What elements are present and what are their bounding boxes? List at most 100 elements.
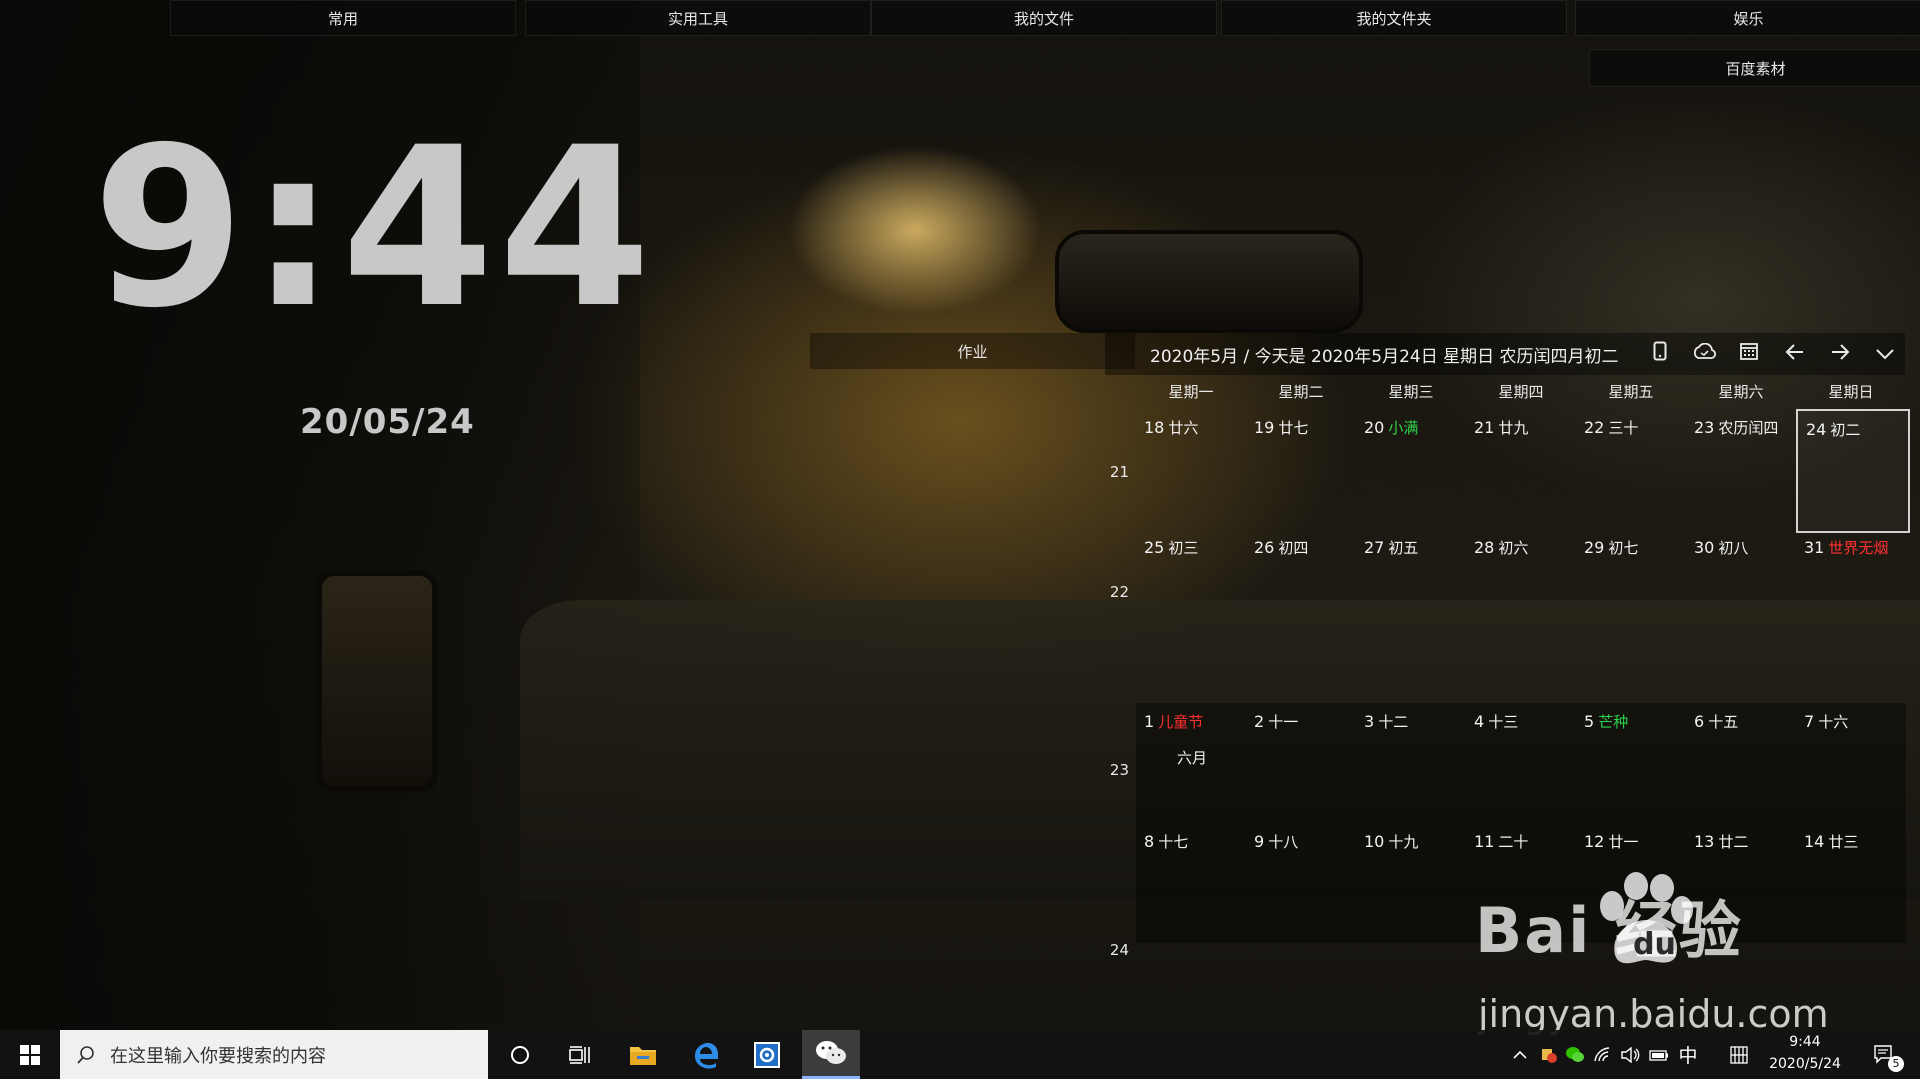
day-number: 9 (1254, 832, 1265, 851)
day-number: 12 (1584, 832, 1605, 851)
taskbar-search-box[interactable]: 在这里输入你要搜索的内容 (60, 1030, 488, 1079)
phone-icon[interactable] (1647, 341, 1673, 367)
settings-app-icon (754, 1041, 780, 1068)
calendar-day[interactable]: 21 廿九 (1466, 409, 1576, 529)
calendar-day[interactable]: 4 十三 (1466, 703, 1576, 823)
day-number: 23 (1694, 418, 1715, 437)
calendar-day[interactable]: 14 廿三 (1796, 823, 1906, 943)
lunar-date: 初二 (1830, 421, 1861, 439)
calendar-day-content: 7 十六 (1804, 711, 1848, 732)
calendar-day[interactable]: 6 十五 (1686, 703, 1796, 823)
calendar-day-content: 5 芒种 (1584, 711, 1628, 732)
calendar-day-content: 22 三十 (1584, 417, 1638, 438)
calendar-day-content: 23 农历闰四 (1694, 417, 1778, 438)
action-center-button[interactable]: 5 (1862, 1030, 1908, 1079)
tray-network[interactable] (1590, 1030, 1616, 1079)
day-number: 27 (1364, 538, 1385, 557)
calendar-day-content: 24 初二 (1806, 419, 1860, 440)
calendar-day-content: 14 廿三 (1804, 831, 1858, 852)
day-number: 3 (1364, 712, 1375, 731)
arrow-left-icon[interactable] (1782, 341, 1808, 367)
lunar-date: 十六 (1818, 713, 1849, 731)
baidu-paw-icon: du (1600, 872, 1693, 964)
sync-icon[interactable] (1691, 341, 1717, 367)
calendar-day[interactable]: 29 初七 (1576, 529, 1686, 649)
tab-baidu-material[interactable]: 百度素材 (1589, 49, 1920, 87)
calendar-day[interactable]: 20 小满 (1356, 409, 1466, 529)
tray-battery[interactable] (1646, 1030, 1672, 1079)
weekday-label: 星期五 (1608, 383, 1654, 401)
lunar-date: 廿三 (1828, 833, 1859, 851)
calendar-icon[interactable] (1736, 341, 1762, 367)
control-panel-button[interactable] (742, 1030, 792, 1079)
arrow-right-icon[interactable] (1827, 341, 1853, 367)
tab-tools[interactable]: 实用工具 (525, 0, 871, 36)
day-number: 21 (1474, 418, 1495, 437)
tray-app-1[interactable] (1536, 1030, 1562, 1079)
windows-start-button[interactable] (0, 1030, 60, 1079)
work-panel-title[interactable]: 作业 (810, 333, 1135, 369)
calendar-day-content: 13 廿二 (1694, 831, 1748, 852)
lunar-date: 儿童节 (1158, 713, 1204, 731)
calendar-header: 2020年5月 / 今天是 2020年5月24日 星期日 农历闰四月初二 (1105, 333, 1905, 375)
calendar-day[interactable]: 3 十二 (1356, 703, 1466, 823)
tab-my-files[interactable]: 我的文件 (871, 0, 1217, 36)
taskbar-clock-date[interactable]: 2020/5/24 (1760, 1056, 1850, 1072)
tab-my-folders[interactable]: 我的文件夹 (1221, 0, 1567, 36)
calendar-day[interactable]: 31 世界无烟 (1796, 529, 1906, 649)
chevron-down-icon[interactable] (1872, 341, 1898, 367)
chevron-up-icon (1513, 1050, 1527, 1059)
edge-browser-button[interactable] (680, 1030, 730, 1079)
calendar-day[interactable]: 7 十六 (1796, 703, 1906, 823)
calendar-day[interactable]: 28 初六 (1466, 529, 1576, 649)
tray-expand-button[interactable] (1508, 1030, 1532, 1079)
tray-ime-indicator[interactable]: 中 (1674, 1030, 1702, 1079)
lunar-date: 十三 (1488, 713, 1519, 731)
lunar-date: 初三 (1168, 539, 1199, 557)
calendar-day-content: 25 初三 (1144, 537, 1198, 558)
taskbar-clock-time[interactable]: 9:44 (1760, 1034, 1850, 1050)
next-month-label: 六月 (1177, 749, 1208, 767)
edge-icon (695, 1042, 718, 1069)
weekday-label: 星期六 (1718, 383, 1764, 401)
cortana-circle-icon (511, 1045, 529, 1064)
calendar-day[interactable]: 9 十八 (1246, 823, 1356, 943)
task-view-button[interactable] (556, 1030, 604, 1079)
calendar-day[interactable]: 5 芒种 (1576, 703, 1686, 823)
tray-ime-mode[interactable] (1726, 1030, 1752, 1079)
week-number: 21 (1109, 463, 1129, 481)
wechat-button[interactable] (802, 1030, 860, 1079)
day-number: 5 (1584, 712, 1595, 731)
lunar-date: 十七 (1158, 833, 1189, 851)
ime-grid-icon (1730, 1045, 1748, 1064)
calendar-day-content: 2 十一 (1254, 711, 1298, 732)
calendar-day[interactable]: 2 十一 (1246, 703, 1356, 823)
windows-logo-icon (20, 1044, 40, 1065)
lunar-date: 三十 (1608, 419, 1639, 437)
file-explorer-button[interactable] (618, 1030, 668, 1079)
cortana-button[interactable] (496, 1030, 544, 1079)
calendar-day[interactable]: 26 初四 (1246, 529, 1356, 649)
day-number: 10 (1364, 832, 1385, 851)
calendar-day[interactable]: 23 农历闰四 (1686, 409, 1796, 529)
notification-count-badge: 5 (1888, 1056, 1904, 1072)
tray-wechat[interactable] (1562, 1030, 1588, 1079)
calendar-day[interactable]: 22 三十 (1576, 409, 1686, 529)
calendar-day[interactable]: 19 廿七 (1246, 409, 1356, 529)
lunar-date: 廿九 (1498, 419, 1529, 437)
tab-common[interactable]: 常用 (170, 0, 516, 36)
calendar-day[interactable]: 27 初五 (1356, 529, 1466, 649)
calendar-day-today[interactable]: 24 初二 (1796, 409, 1910, 533)
calendar-day-content: 10 十九 (1364, 831, 1418, 852)
calendar-day-content: 8 十七 (1144, 831, 1188, 852)
tray-volume[interactable] (1618, 1030, 1644, 1079)
calendar-day[interactable]: 18 廿六 (1136, 409, 1246, 529)
day-number: 1 (1144, 712, 1155, 731)
lunar-date: 十八 (1268, 833, 1299, 851)
calendar-day[interactable]: 8 十七 (1136, 823, 1246, 943)
tab-entertainment[interactable]: 娱乐 (1575, 0, 1920, 36)
calendar-day[interactable]: 30 初八 (1686, 529, 1796, 649)
calendar-day[interactable]: 25 初三 (1136, 529, 1246, 649)
calendar-day[interactable]: 10 十九 (1356, 823, 1466, 943)
calendar-day-content: 31 世界无烟 (1804, 537, 1888, 558)
